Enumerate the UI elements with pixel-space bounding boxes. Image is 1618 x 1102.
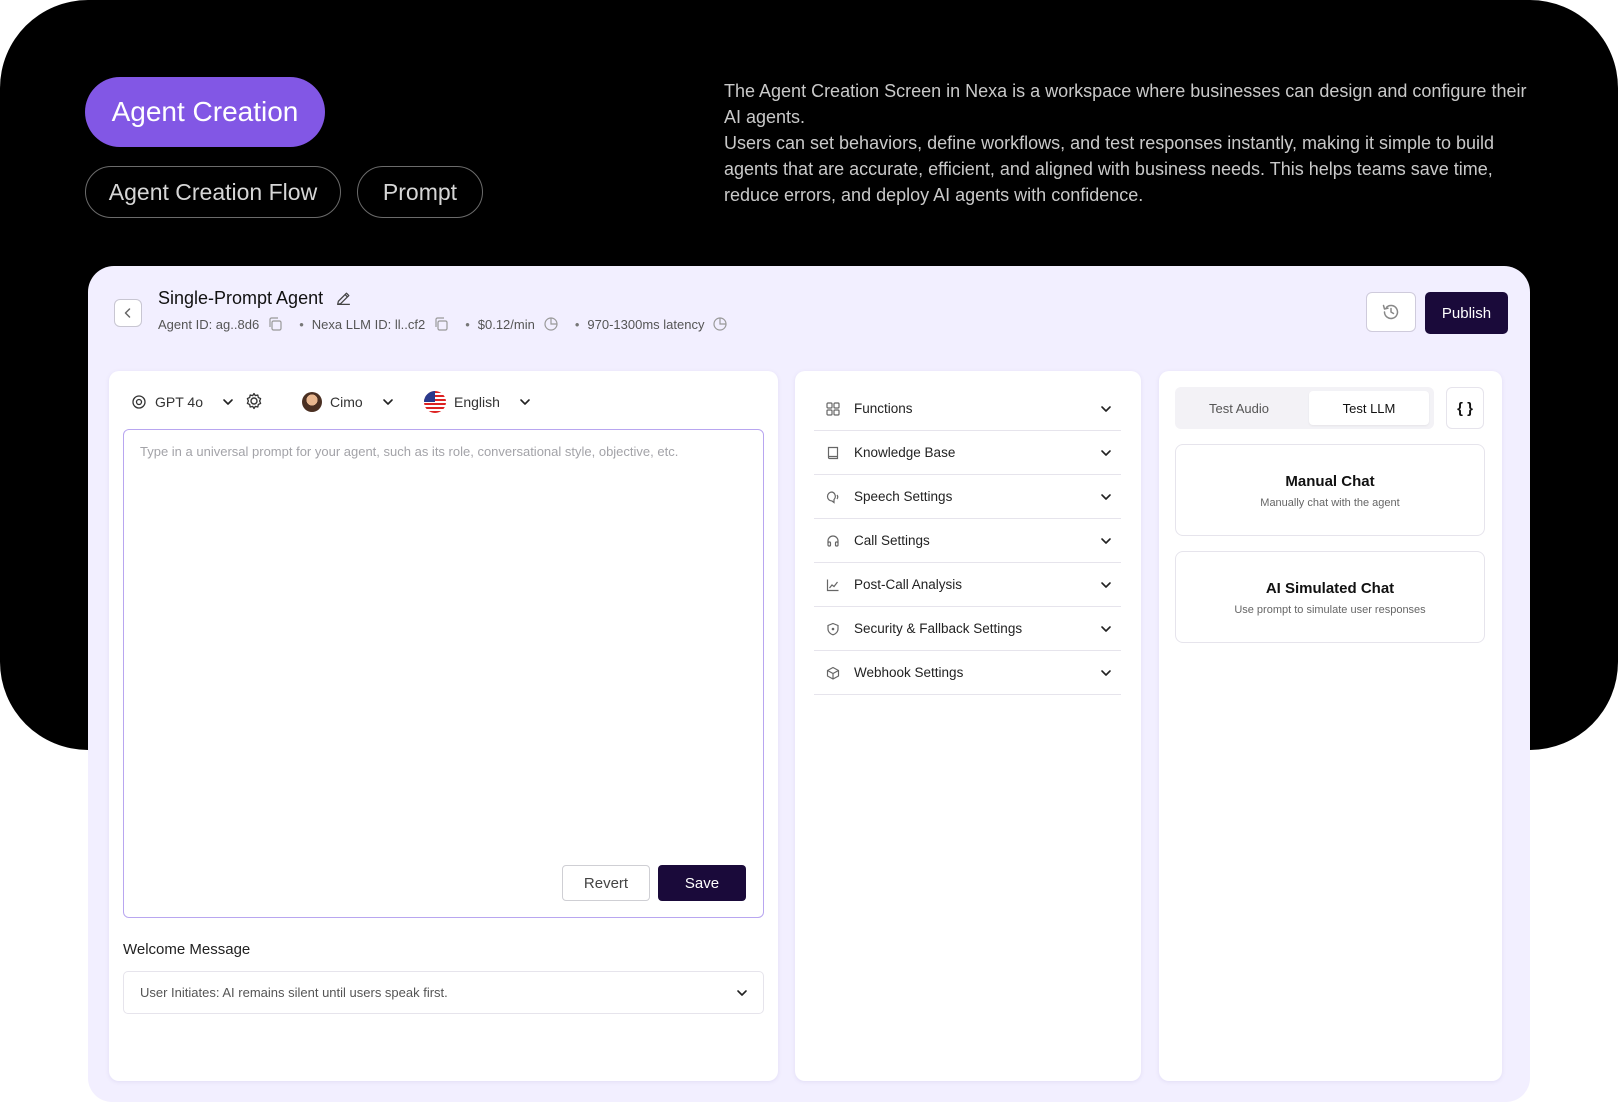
cube-icon bbox=[826, 666, 840, 680]
accordion-webhook-settings[interactable]: Webhook Settings bbox=[814, 651, 1121, 695]
card-subtitle: Manually chat with the agent bbox=[1260, 497, 1400, 509]
tab-test-llm[interactable]: Test LLM bbox=[1309, 391, 1429, 425]
gear-icon[interactable] bbox=[244, 391, 264, 411]
agent-id: Agent ID: ag..8d6 bbox=[158, 316, 260, 332]
accordion-label: Knowledge Base bbox=[854, 445, 956, 460]
chevron-down-icon bbox=[223, 399, 233, 405]
prompt-placeholder: Type in a universal prompt for your agen… bbox=[140, 444, 679, 459]
intro-paragraph-2: Users can set behaviors, define workflow… bbox=[724, 133, 1495, 205]
history-button[interactable] bbox=[1366, 292, 1416, 332]
pie-chart-icon[interactable] bbox=[543, 316, 559, 332]
latency: 970-1300ms latency bbox=[587, 316, 705, 332]
speech-icon bbox=[826, 490, 839, 504]
accordion-security-fallback[interactable]: Security & Fallback Settings bbox=[814, 607, 1121, 651]
chevron-down-icon bbox=[1101, 449, 1111, 456]
chevron-down-icon bbox=[1101, 581, 1111, 588]
model-value: GPT 4o bbox=[155, 394, 203, 410]
publish-button[interactable]: Publish bbox=[1425, 292, 1508, 334]
accordion-label: Security & Fallback Settings bbox=[854, 621, 1023, 636]
book-icon bbox=[827, 446, 839, 459]
agent-title: Single-Prompt Agent bbox=[158, 288, 352, 309]
manual-chat-card[interactable]: Manual Chat Manually chat with the agent bbox=[1175, 444, 1485, 536]
chevron-down-icon bbox=[382, 399, 393, 405]
accordion-functions[interactable]: Functions bbox=[814, 387, 1121, 431]
ai-simulated-chat-card[interactable]: AI Simulated Chat Use prompt to simulate… bbox=[1175, 551, 1485, 643]
chart-icon bbox=[826, 579, 839, 591]
test-tabs: Test Audio Test LLM bbox=[1175, 387, 1434, 429]
edit-icon[interactable] bbox=[335, 290, 352, 307]
chevron-left-icon bbox=[124, 308, 131, 318]
agent-meta: Agent ID: ag..8d6 • Nexa LLM ID: ll..cf2… bbox=[158, 316, 728, 332]
copy-icon[interactable] bbox=[433, 316, 449, 332]
save-button[interactable]: Save bbox=[658, 865, 746, 901]
accordion-label: Functions bbox=[854, 401, 913, 416]
language-select[interactable]: English bbox=[424, 389, 532, 415]
prompt-pill: Prompt bbox=[357, 166, 483, 218]
pie-chart-icon[interactable] bbox=[712, 316, 728, 332]
prompt-panel: GPT 4o Cimo English Type in a universal … bbox=[109, 371, 778, 1081]
copy-icon[interactable] bbox=[267, 316, 283, 332]
accordion-call-settings[interactable]: Call Settings bbox=[814, 519, 1121, 563]
card-title: AI Simulated Chat bbox=[1265, 580, 1395, 597]
headset-icon bbox=[827, 534, 839, 547]
separator-dot: • bbox=[574, 316, 580, 332]
chevron-down-icon bbox=[1101, 405, 1111, 412]
accordion-post-call-analysis[interactable]: Post-Call Analysis bbox=[814, 563, 1121, 607]
us-flag-icon bbox=[424, 391, 446, 413]
shield-icon bbox=[827, 622, 839, 635]
test-panel: Test Audio Test LLM { } Manual Chat Manu… bbox=[1159, 371, 1502, 1081]
revert-button[interactable]: Revert bbox=[562, 865, 650, 901]
openai-icon bbox=[132, 395, 146, 409]
agent-creation-pill: Agent Creation bbox=[85, 77, 325, 147]
back-button[interactable] bbox=[114, 299, 142, 327]
accordion-label: Post-Call Analysis bbox=[854, 577, 963, 592]
card-title: Manual Chat bbox=[1285, 473, 1375, 490]
voice-value: Cimo bbox=[330, 394, 363, 410]
accordion-speech-settings[interactable]: Speech Settings bbox=[814, 475, 1121, 519]
accordion-label: Call Settings bbox=[854, 533, 930, 548]
history-icon bbox=[1382, 304, 1399, 320]
settings-panel: Functions Knowledge Base Speech Settings… bbox=[795, 371, 1141, 1081]
tab-test-audio[interactable]: Test Audio bbox=[1179, 391, 1299, 425]
separator-dot: • bbox=[465, 316, 470, 332]
llm-id: Nexa LLM ID: ll..cf2 bbox=[311, 316, 426, 332]
chevron-down-icon bbox=[1101, 669, 1111, 676]
intro-paragraph-1: The Agent Creation Screen in Nexa is a w… bbox=[724, 81, 1527, 127]
chevron-down-icon bbox=[1101, 493, 1111, 500]
welcome-message-select[interactable]: User Initiates: AI remains silent until … bbox=[123, 971, 764, 1014]
chevron-down-icon bbox=[1101, 625, 1111, 632]
agent-name: Single-Prompt Agent bbox=[158, 288, 324, 308]
agent-editor-app: Single-Prompt Agent Agent ID: ag..8d6 • … bbox=[88, 266, 1530, 1102]
card-subtitle: Use prompt to simulate user responses bbox=[1234, 604, 1426, 616]
prompt-textarea[interactable]: Type in a universal prompt for your agen… bbox=[123, 429, 764, 918]
welcome-message-label: Welcome Message bbox=[123, 941, 251, 958]
intro-text: The Agent Creation Screen in Nexa is a w… bbox=[724, 78, 1534, 208]
separator-dot: • bbox=[299, 316, 304, 332]
language-value: English bbox=[454, 394, 500, 410]
agent-creation-flow-pill: Agent Creation Flow bbox=[85, 166, 341, 218]
avatar bbox=[302, 392, 322, 412]
welcome-message-value: User Initiates: AI remains silent until … bbox=[140, 985, 448, 1000]
functions-icon bbox=[826, 401, 840, 416]
chevron-down-icon bbox=[1101, 537, 1111, 544]
accordion-knowledge-base[interactable]: Knowledge Base bbox=[814, 431, 1121, 475]
chevron-down-icon bbox=[737, 989, 747, 996]
model-select[interactable]: GPT 4o bbox=[131, 389, 235, 415]
voice-select[interactable]: Cimo bbox=[302, 389, 395, 415]
json-view-button[interactable]: { } bbox=[1446, 387, 1484, 429]
price-per-minute: $0.12/min bbox=[477, 316, 535, 332]
chevron-down-icon bbox=[520, 399, 530, 405]
accordion-label: Webhook Settings bbox=[854, 665, 964, 680]
accordion-label: Speech Settings bbox=[854, 489, 953, 504]
